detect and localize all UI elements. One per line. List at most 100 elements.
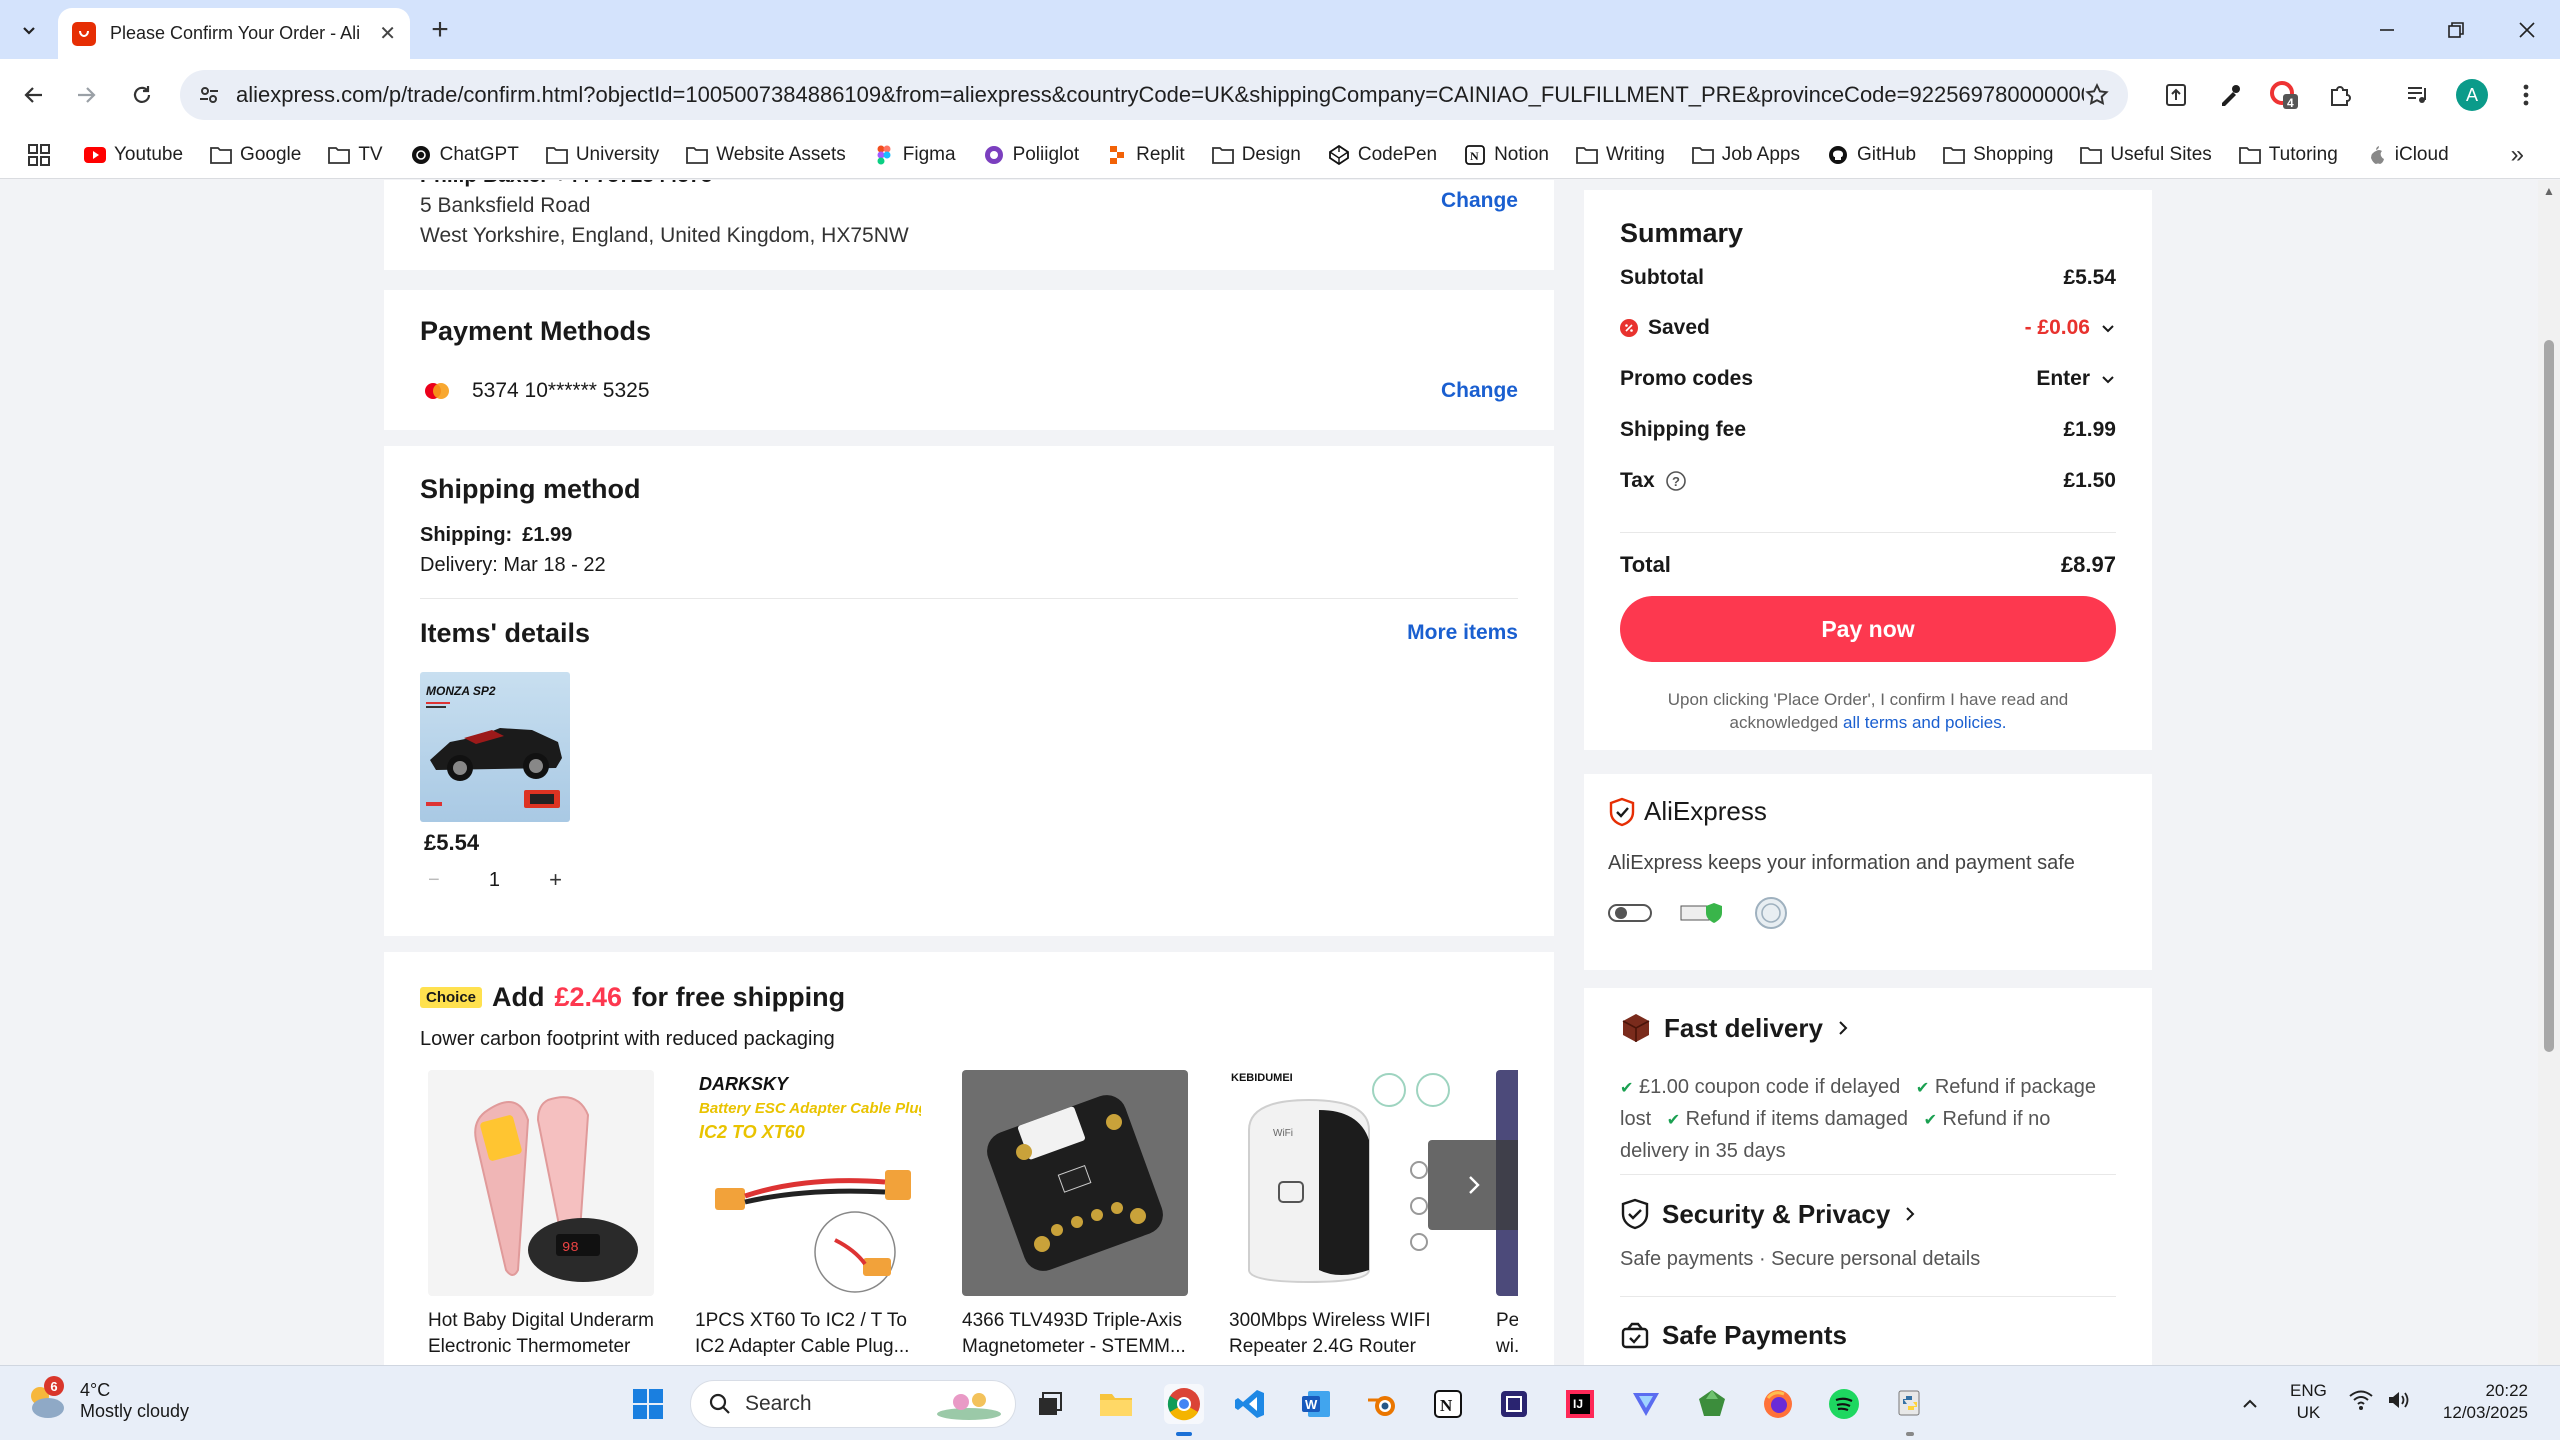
promo-enter-button[interactable]: Enter	[2036, 367, 2090, 391]
bookmark-github[interactable]: GitHub	[1827, 144, 1916, 166]
bookmark-youtube[interactable]: Youtube	[84, 144, 183, 166]
word-button[interactable]: W	[1296, 1384, 1336, 1424]
minimize-button[interactable]	[2362, 10, 2412, 50]
apps-grid-button[interactable]	[24, 140, 54, 170]
pay-now-button[interactable]: Pay now	[1620, 596, 2116, 662]
reload-button[interactable]	[122, 75, 162, 115]
intellij-button[interactable]: IJ	[1560, 1384, 1600, 1424]
tab-close-icon[interactable]: ✕	[379, 21, 396, 46]
system-tray-icons[interactable]	[2348, 1388, 2410, 1412]
firefox-icon	[1764, 1390, 1792, 1418]
bookmark-chatgpt[interactable]: ChatGPT	[410, 144, 519, 166]
github-icon	[1827, 144, 1849, 166]
bookmark-codepen[interactable]: CodePen	[1328, 144, 1437, 166]
clock[interactable]: 20:22 12/03/2025	[2428, 1380, 2528, 1424]
extensions-button[interactable]	[2320, 75, 2360, 115]
gem-app-button[interactable]	[1692, 1384, 1732, 1424]
chrome-taskbar-button[interactable]	[1164, 1384, 1204, 1436]
increase-quantity-button[interactable]: +	[549, 867, 562, 893]
extension-red-button[interactable]: 4	[2264, 75, 2304, 115]
security-privacy-header[interactable]: Security & Privacy	[1620, 1198, 1918, 1230]
bookmark-google[interactable]: Google	[210, 144, 301, 166]
python-button[interactable]	[1890, 1384, 1930, 1436]
language-indicator[interactable]: ENG UK	[2290, 1380, 2327, 1424]
star-icon[interactable]	[2084, 82, 2110, 108]
product-card[interactable]: KEBIDUMEI WiFi 300Mbps Wireless WIFI Rep…	[1229, 1070, 1455, 1360]
bookmark-label: Useful Sites	[2110, 143, 2212, 165]
bookmark-design[interactable]: Design	[1211, 143, 1301, 166]
extension-upload-button[interactable]	[2156, 75, 2196, 115]
quantity-value[interactable]: 1	[489, 869, 500, 892]
tab-search-button[interactable]	[12, 13, 46, 47]
firefox-button[interactable]	[1758, 1384, 1798, 1424]
taskbar-search-box[interactable]: Search	[690, 1380, 1016, 1428]
safe-payments-header[interactable]: Safe Payments	[1620, 1320, 1847, 1351]
tab-active[interactable]: Please Confirm Your Order - Ali ✕	[58, 8, 410, 59]
promo-enter-group[interactable]: Enter	[2036, 367, 2116, 391]
profile-avatar[interactable]: A	[2456, 79, 2488, 111]
help-icon[interactable]: ?	[1665, 470, 1687, 492]
bookmark-notion[interactable]: N Notion	[1464, 144, 1549, 166]
svg-text:98: 98	[562, 1240, 579, 1256]
menu-button[interactable]	[2506, 75, 2546, 115]
blender-button[interactable]	[1362, 1384, 1402, 1424]
bookmark-figma[interactable]: Figma	[873, 144, 956, 166]
bookmark-poliiglot[interactable]: Poliiglot	[983, 144, 1079, 166]
bookmark-writing[interactable]: Writing	[1576, 144, 1665, 166]
bookmark-label: Design	[1241, 143, 1301, 165]
site-settings-icon[interactable]	[198, 84, 220, 106]
spotify-button[interactable]	[1824, 1384, 1864, 1424]
media-controls-button[interactable]	[2398, 75, 2438, 115]
item-image[interactable]: MONZA SP2	[420, 672, 570, 822]
chip-app-button[interactable]	[1494, 1384, 1534, 1424]
task-view-button[interactable]	[1030, 1384, 1070, 1424]
folder-icon	[1943, 144, 1965, 166]
product-name: 4366 TLV493D Triple-Axis Magnetometer - …	[962, 1310, 1186, 1357]
change-address-link[interactable]: Change	[1441, 189, 1518, 213]
start-button[interactable]	[628, 1384, 668, 1424]
svg-text:N: N	[1440, 1396, 1453, 1415]
promo-codes-row[interactable]: Promo codes Enter	[1620, 367, 2116, 391]
decrease-quantity-button[interactable]: −	[428, 869, 440, 892]
change-payment-link[interactable]: Change	[1441, 379, 1518, 403]
items-details-title: Items' details	[420, 618, 590, 648]
bookmark-website-assets[interactable]: Website Assets	[686, 144, 846, 166]
saved-row[interactable]: Saved - £0.06	[1620, 316, 2116, 340]
car-image-icon	[426, 702, 562, 808]
show-hidden-icons-button[interactable]	[2236, 1390, 2264, 1418]
weather-widget[interactable]: 6 4°C Mostly cloudy	[22, 1376, 189, 1424]
more-items-link[interactable]: More items	[1407, 621, 1518, 645]
vscode-button[interactable]	[1230, 1384, 1270, 1424]
terms-link[interactable]: all terms and policies.	[1843, 713, 2006, 732]
bookmark-job-apps[interactable]: Job Apps	[1691, 144, 1800, 166]
bookmark-shopping[interactable]: Shopping	[1943, 144, 2053, 166]
vpn-button[interactable]	[1626, 1384, 1666, 1424]
restore-button[interactable]	[2431, 10, 2481, 50]
bookmark-tutoring[interactable]: Tutoring	[2238, 144, 2338, 166]
product-card[interactable]: 98 Hot Baby Digital Underarm Electronic …	[428, 1070, 654, 1360]
bookmark-useful-sites[interactable]: Useful Sites	[2080, 143, 2212, 166]
page-scrollbar[interactable]: ▲	[2538, 180, 2560, 1365]
bookmarks-overflow-button[interactable]: »	[2511, 141, 2524, 169]
close-window-button[interactable]	[2502, 10, 2552, 50]
check-icon: ✔	[1620, 1080, 1634, 1097]
bookmark-university[interactable]: University	[545, 144, 659, 166]
product-card[interactable]: DARKSKY Battery ESC Adapter Cable Plug I…	[695, 1070, 921, 1360]
product-card[interactable]: 4366 TLV493D Triple-Axis Magnetometer - …	[962, 1070, 1188, 1360]
scroll-up-icon[interactable]: ▲	[2542, 184, 2556, 198]
card-number: 5374 10****** 5325	[472, 379, 650, 402]
new-tab-button[interactable]: +	[422, 12, 458, 48]
bookmark-icloud[interactable]: iCloud	[2365, 144, 2449, 166]
forward-button[interactable]	[66, 75, 106, 115]
back-button[interactable]	[14, 75, 54, 115]
notion-taskbar-button[interactable]: N	[1428, 1384, 1468, 1424]
spotify-icon	[1829, 1389, 1859, 1419]
file-explorer-button[interactable]	[1096, 1384, 1136, 1424]
bookmark-tv[interactable]: TV	[328, 144, 383, 166]
eyedropper-button[interactable]	[2210, 75, 2250, 115]
carousel-next-button[interactable]	[1428, 1140, 1518, 1230]
bookmark-replit[interactable]: Replit	[1106, 144, 1185, 166]
scroll-thumb[interactable]	[2544, 340, 2554, 1052]
fast-delivery-header[interactable]: Fast delivery	[1620, 1012, 1851, 1044]
address-bar[interactable]: aliexpress.com/p/trade/confirm.html?obje…	[180, 70, 2128, 120]
